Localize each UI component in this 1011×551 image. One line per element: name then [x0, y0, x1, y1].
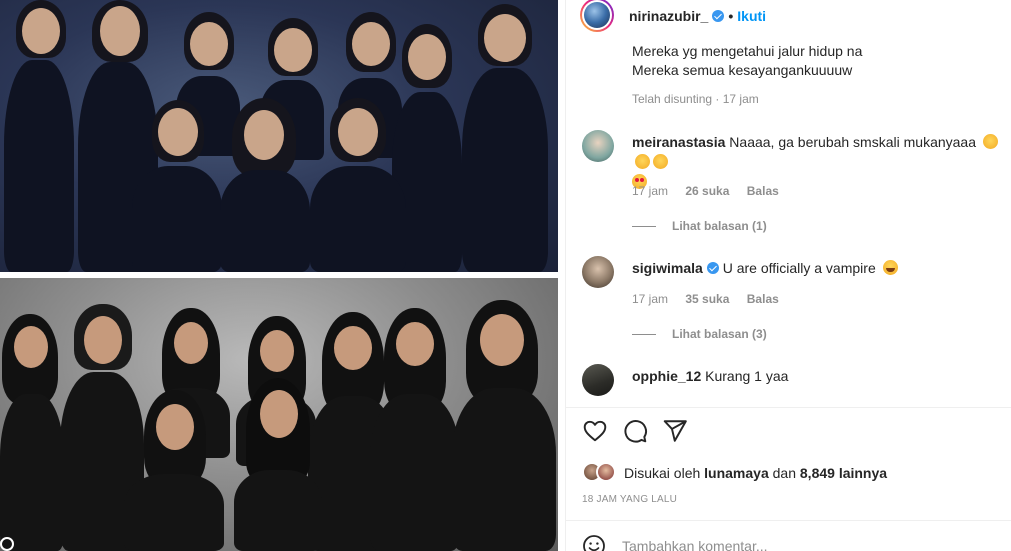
likes-count[interactable]: 8,849 lainnya: [800, 465, 887, 481]
comment-text: sigiwimala U are officially a vampire: [632, 258, 1011, 278]
comment-text: opphie_12 Kurang 1 yaa: [632, 366, 1011, 386]
comment-time: 17 jam: [632, 292, 669, 306]
liker-avatar[interactable]: [596, 462, 616, 482]
reply-button[interactable]: Balas: [747, 184, 779, 198]
person-figure: [4, 0, 74, 272]
verified-badge-icon: [712, 10, 725, 22]
view-replies-button[interactable]: Lihat balasan (1): [632, 219, 767, 233]
person-figure: [0, 314, 64, 551]
caption-time: 17 jam: [722, 92, 759, 106]
likes-conj: dan: [772, 465, 796, 481]
caption-line: Mereka yg mengetahui jalur hidup na: [632, 43, 863, 59]
section-divider: [566, 520, 1011, 521]
post-caption: Mereka yg mengetahui jalur hidup na Mere…: [632, 42, 862, 80]
caption-meta: Telah disunting · 17 jam: [632, 92, 759, 106]
verified-badge-icon: [706, 262, 719, 274]
post-photo-then: [0, 0, 558, 272]
comment-meta: 17 jam 26 suka Balas: [632, 184, 793, 198]
reply-button[interactable]: Balas: [747, 292, 779, 306]
person-figure: [132, 100, 222, 272]
heart-icon[interactable]: [582, 418, 608, 444]
comments-panel: nirinazubir_ • Ikuti Mereka yg mengetahui …: [565, 0, 1011, 551]
view-replies-label: Lihat balasan (1): [672, 219, 767, 233]
person-figure: [370, 308, 460, 551]
person-figure: [214, 98, 314, 272]
comment-username[interactable]: meiranastasia: [632, 134, 725, 150]
likes-text[interactable]: Disukai oleh lunamaya dan 8,849 lainnya: [624, 465, 887, 481]
author-line: nirinazubir_ • Ikuti: [629, 8, 766, 24]
comment-meta: 17 jam 35 suka Balas: [632, 292, 793, 306]
post-photo-now: [0, 278, 558, 551]
likes-prefix: Disukai oleh: [624, 465, 701, 481]
comment-username[interactable]: opphie_12: [632, 368, 701, 384]
comment-icon[interactable]: [622, 418, 648, 444]
author-avatar[interactable]: [580, 0, 614, 32]
section-divider: [566, 407, 1011, 408]
replies-line: [632, 226, 656, 228]
comment-body: Kurang 1 yaa: [705, 368, 789, 384]
view-replies-button[interactable]: Lihat balasan (3): [632, 327, 767, 341]
commenter-avatar[interactable]: [582, 130, 614, 162]
comment-likes[interactable]: 35 suka: [685, 292, 729, 306]
comment-text: meiranastasia Naaaa, ga berubah smskali …: [632, 132, 1011, 192]
edited-label: Telah disunting: [632, 92, 713, 106]
caption-line: Mereka semua kesayangankuuuuw: [632, 62, 853, 78]
replies-line: [632, 334, 656, 336]
comment-likes[interactable]: 26 suka: [685, 184, 729, 198]
commenter-avatar[interactable]: [582, 364, 614, 396]
person-figure: [310, 98, 406, 272]
liker-username[interactable]: lunamaya: [704, 465, 769, 481]
person-figure: [452, 300, 556, 551]
photo-corner-indicator: [0, 537, 14, 551]
view-replies-label: Lihat balasan (3): [672, 327, 767, 341]
comment-username[interactable]: sigiwimala: [632, 260, 703, 276]
comment-item: sigiwimala U are officially a vampire 17…: [582, 256, 1011, 356]
comment-item: opphie_12 Kurang 1 yaa: [582, 364, 1011, 398]
add-comment-bar: [582, 532, 1002, 551]
share-icon[interactable]: [662, 418, 688, 444]
commenter-avatar[interactable]: [582, 256, 614, 288]
face-with-tears-of-joy-icon: [882, 260, 898, 275]
post-media[interactable]: [0, 0, 565, 551]
clapping-hands-icon: [635, 154, 650, 169]
emoji-icon[interactable]: [582, 534, 606, 551]
post-header: nirinazubir_ • Ikuti: [566, 0, 1011, 34]
author-username[interactable]: nirinazubir_: [629, 8, 708, 24]
clapping-hands-icon: [982, 134, 998, 149]
person-figure: [124, 390, 224, 551]
comment-body: Naaaa, ga berubah smskali mukanyaaa: [729, 134, 976, 150]
clapping-hands-icon: [653, 154, 668, 169]
comment-time: 17 jam: [632, 184, 669, 198]
follow-button[interactable]: Ikuti: [737, 8, 766, 24]
comment-body: U are officially a vampire: [722, 260, 876, 276]
separator-dot: •: [728, 8, 734, 24]
comment-item: meiranastasia Naaaa, ga berubah smskali …: [582, 130, 1011, 233]
post-timestamp[interactable]: 18 JAM YANG LALU: [582, 494, 677, 505]
comment-input[interactable]: [622, 538, 982, 551]
person-figure: [462, 4, 548, 272]
person-figure: [226, 378, 330, 551]
